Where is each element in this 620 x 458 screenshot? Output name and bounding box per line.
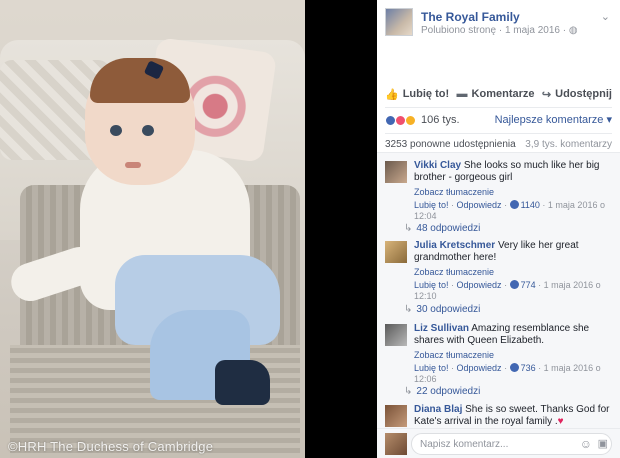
comment-icon: ▬ [456, 88, 468, 100]
thumbs-up-icon: 👍 [385, 88, 399, 101]
share-label: Udostępnij [555, 88, 612, 100]
comment-sort-label: Najlepsze komentarze [494, 114, 604, 126]
like-count-icon [509, 363, 519, 372]
comment-body: Julia Kretschmer Very like her great gra… [414, 240, 612, 302]
right-eye [142, 125, 154, 136]
comments-count: 3,9 tys. komentarzy [525, 139, 612, 150]
page-avatar[interactable] [385, 8, 413, 36]
comment-like-button[interactable]: Lubię to! [414, 363, 449, 373]
comment-like-button[interactable]: Lubię to! [414, 280, 449, 290]
like-button[interactable]: 👍 Lubię to! [385, 88, 449, 101]
avatar[interactable] [385, 405, 407, 427]
comment-meta: Lubię to! · Odpowiedz · 1140 · 1 maja 20… [414, 200, 605, 221]
comment-button[interactable]: ▬ Komentarze [457, 88, 535, 100]
replies-count: 30 odpowiedzi [416, 304, 481, 315]
share-button[interactable]: ↪ Udostępnij [542, 88, 612, 101]
avatar[interactable] [385, 161, 407, 183]
comment-reply-button[interactable]: Odpowiedz [457, 200, 502, 210]
view-replies-link[interactable]: ↳ 48 odpowiedzi [404, 223, 480, 234]
view-replies-link[interactable]: ↳ 30 odpowiedzi [404, 304, 480, 315]
heart-emoji-icon: ♥ [557, 416, 564, 427]
comment-body: Diana Blaj She is so sweet. Thanks God f… [414, 404, 612, 428]
comment-like-button[interactable]: Lubię to! [414, 200, 449, 210]
mouth [125, 162, 141, 168]
comment-like-count[interactable]: 774 [521, 280, 536, 290]
see-translation-link[interactable]: Zobacz tłumaczenie [414, 266, 612, 278]
reply-arrow-icon: ↳ [404, 386, 413, 397]
emoji-icon[interactable]: ☺ [580, 437, 592, 451]
avatar[interactable] [385, 324, 407, 346]
comment-author[interactable]: Julia Kretschmer [414, 240, 495, 251]
post-stats: 3253 ponowne udostępnienia 3,9 tys. kome… [385, 133, 612, 150]
reply-arrow-icon: ↳ [404, 223, 413, 234]
comment-body: Vikki Clay She looks so much like her bi… [414, 160, 612, 222]
comment-author[interactable]: Liz Sullivan [414, 323, 469, 334]
see-translation-link[interactable]: Zobacz tłumaczenie [414, 349, 612, 361]
comment-like-count[interactable]: 736 [521, 363, 536, 373]
like-label: Lubię to! [402, 88, 450, 100]
replies-count: 22 odpowiedzi [416, 386, 481, 397]
chevron-down-icon[interactable]: ⌄ [601, 10, 610, 23]
comment-author[interactable]: Diana Blaj [414, 404, 462, 415]
like-count-icon [509, 200, 519, 209]
comment-reply-button[interactable]: Odpowiedz [457, 280, 502, 290]
child-shoe [215, 360, 270, 405]
reply-arrow-icon: ↳ [404, 304, 413, 315]
shares-count[interactable]: 3253 ponowne udostępnienia [385, 139, 516, 150]
wow-reaction-icon [405, 114, 416, 126]
see-translation-link[interactable]: Zobacz tłumaczenie [414, 186, 612, 198]
comments-list: Vikki Clay She looks so much like her bi… [377, 152, 620, 458]
globe-icon: ◍ [568, 25, 578, 36]
post-date[interactable]: Polubiono stronę · 1 maja 2016 · [421, 25, 569, 36]
comment-composer: Napisz komentarz... ☺ ▣ [377, 428, 620, 458]
comment-meta: Lubię to! · Odpowiedz · 774 · 1 maja 201… [414, 280, 601, 301]
lightbox-gap [305, 0, 377, 458]
like-count-icon [509, 280, 519, 289]
comment-body: Liz Sullivan Amazing resemblance she sha… [414, 323, 612, 385]
reactions-bar: 106 tys. Najlepsze komentarze ▾ [385, 107, 612, 127]
comment-like-count[interactable]: 1140 [521, 200, 540, 210]
child-hair [90, 58, 190, 103]
avatar[interactable] [385, 241, 407, 263]
reaction-summary[interactable]: 106 tys. [385, 113, 460, 127]
comment-label: Komentarze [471, 88, 535, 100]
post-photo[interactable]: ©HRH The Duchess of Cambridge [0, 0, 305, 458]
comment-author[interactable]: Vikki Clay [414, 160, 461, 171]
post-header: The Royal Family Polubiono stronę · 1 ma… [377, 0, 620, 82]
post-subtitle: Polubiono stronę · 1 maja 2016 · ◍ [421, 25, 578, 36]
comment-reply-button[interactable]: Odpowiedz [457, 363, 502, 373]
avatar[interactable] [385, 433, 407, 455]
share-icon: ↪ [541, 88, 552, 101]
sticker-icon[interactable]: ▣ [598, 437, 608, 450]
reaction-count: 106 tys. [421, 114, 460, 126]
left-eye [110, 125, 122, 136]
replies-count: 48 odpowiedzi [416, 223, 481, 234]
post-panel: The Royal Family Polubiono stronę · 1 ma… [377, 0, 620, 458]
view-replies-link[interactable]: ↳ 22 odpowiedzi [404, 386, 480, 397]
comment-sort-dropdown[interactable]: Najlepsze komentarze ▾ [495, 113, 612, 127]
action-bar: 👍 Lubię to! ▬ Komentarze ↪ Udostępnij [385, 84, 612, 104]
page-name-link[interactable]: The Royal Family [421, 10, 520, 24]
comment-meta: Lubię to! · Odpowiedz · 736 · 1 maja 201… [414, 363, 601, 384]
photo-credit: ©HRH The Duchess of Cambridge [8, 439, 214, 454]
